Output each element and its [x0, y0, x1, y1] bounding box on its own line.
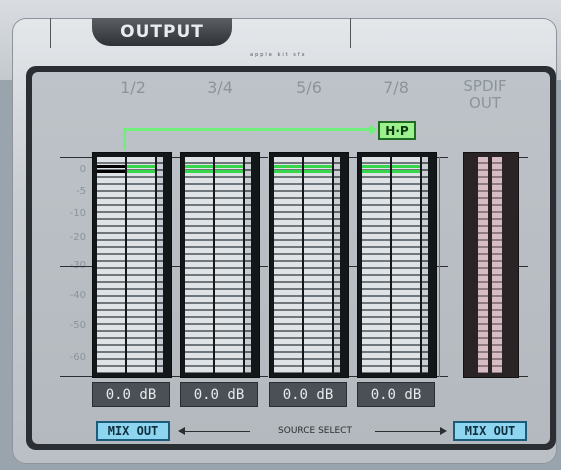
route-arrow-icon: [369, 124, 377, 136]
meter-left-column: [185, 157, 213, 373]
level-indicator: [274, 165, 302, 168]
clip-indicator: [97, 170, 125, 173]
scale-tick-line: [60, 266, 92, 267]
mix-out-left-button[interactable]: MIX OUT: [96, 421, 170, 441]
scale-tick-line: [260, 266, 268, 267]
meter-left-column: [362, 157, 390, 373]
level-indicator: [274, 170, 302, 173]
scale-right-line: [439, 157, 440, 377]
output-mixer-window: OUTPUT apple kit sfx 1/2 3/4 5/6 7/8 SPD…: [0, 0, 561, 470]
scale-tick-label: -40: [69, 290, 86, 301]
spdif-out-label: SPDIF OUT: [455, 78, 515, 112]
headphone-button[interactable]: H·P: [378, 121, 416, 140]
level-indicator: [127, 165, 155, 168]
level-readout-7-8: 0.0 dB: [357, 382, 435, 407]
scale-tick-line: [172, 376, 180, 377]
clip-indicator: [97, 165, 125, 168]
scale-tick-line: [260, 376, 268, 377]
mix-out-right-button[interactable]: MIX OUT: [453, 421, 527, 441]
scale-tick-line: [260, 157, 268, 158]
level-indicator: [304, 170, 332, 173]
frame-divider: [350, 18, 351, 48]
level-indicator: [392, 170, 420, 173]
meter-peak-column: [157, 157, 163, 373]
source-select-line: [375, 431, 441, 432]
level-indicator: [215, 165, 243, 168]
scale-tick-line: [349, 376, 357, 377]
meter-peak-column: [334, 157, 340, 373]
meter-peak-column: [245, 157, 251, 373]
scale-tick-line: [518, 376, 528, 377]
level-indicator: [304, 165, 332, 168]
level-indicator: [185, 165, 213, 168]
headphone-route-drop: [123, 130, 126, 150]
scale-tick-line: [60, 157, 92, 158]
spdif-label-line1: SPDIF: [463, 77, 507, 95]
spdif-right-column: [492, 157, 502, 373]
channel-label-5-6: 5/6: [296, 78, 322, 97]
scale-tick-line: [60, 376, 92, 377]
meter-5-6: [269, 152, 349, 378]
scale-tick-line: [172, 157, 180, 158]
spdif-label-line2: OUT: [469, 94, 501, 112]
scale-tick-line: [518, 157, 528, 158]
scale-tick-label: 0: [79, 164, 86, 175]
meter-left-column: [274, 157, 302, 373]
meter-7-8: [357, 152, 437, 378]
headphone-route-line: [123, 128, 373, 131]
scale-tick-line: [349, 157, 357, 158]
level-readout-5-6: 0.0 dB: [269, 382, 347, 407]
scale-tick-label: -20: [69, 232, 86, 243]
output-tab[interactable]: OUTPUT: [92, 18, 232, 46]
scale-tick-line: [172, 266, 180, 267]
channel-label-7-8: 7/8: [383, 78, 409, 97]
scale-tick-label: -5: [76, 186, 86, 197]
meter-right-column: [392, 157, 420, 373]
scale-tick-line: [518, 266, 528, 267]
spdif-left-column: [478, 157, 488, 373]
channel-label-1-2: 1/2: [120, 78, 146, 97]
level-indicator: [185, 170, 213, 173]
meter-peak-column: [422, 157, 428, 373]
meter-right-column: [127, 157, 155, 373]
level-indicator: [127, 170, 155, 173]
arrow-right-icon: [440, 427, 447, 435]
meter-right-column: [215, 157, 243, 373]
level-indicator: [362, 170, 390, 173]
spdif-out-meter: [463, 152, 519, 378]
level-indicator: [215, 170, 243, 173]
scale-tick-label: -10: [69, 208, 86, 219]
scale-tick-label: -60: [69, 352, 86, 363]
scale-tick-label: -50: [69, 320, 86, 331]
scale-tick-line: [349, 266, 357, 267]
frame-divider: [50, 18, 51, 48]
meter-left-column: [97, 157, 125, 373]
meter-1-2: [92, 152, 172, 378]
level-indicator: [392, 165, 420, 168]
meter-3-4: [180, 152, 260, 378]
level-readout-1-2: 0.0 dB: [92, 382, 170, 407]
level-readout-3-4: 0.0 dB: [180, 382, 258, 407]
channel-label-3-4: 3/4: [207, 78, 233, 97]
level-indicator: [362, 165, 390, 168]
tiny-labels: apple kit sfx: [250, 52, 307, 58]
meter-right-column: [304, 157, 332, 373]
